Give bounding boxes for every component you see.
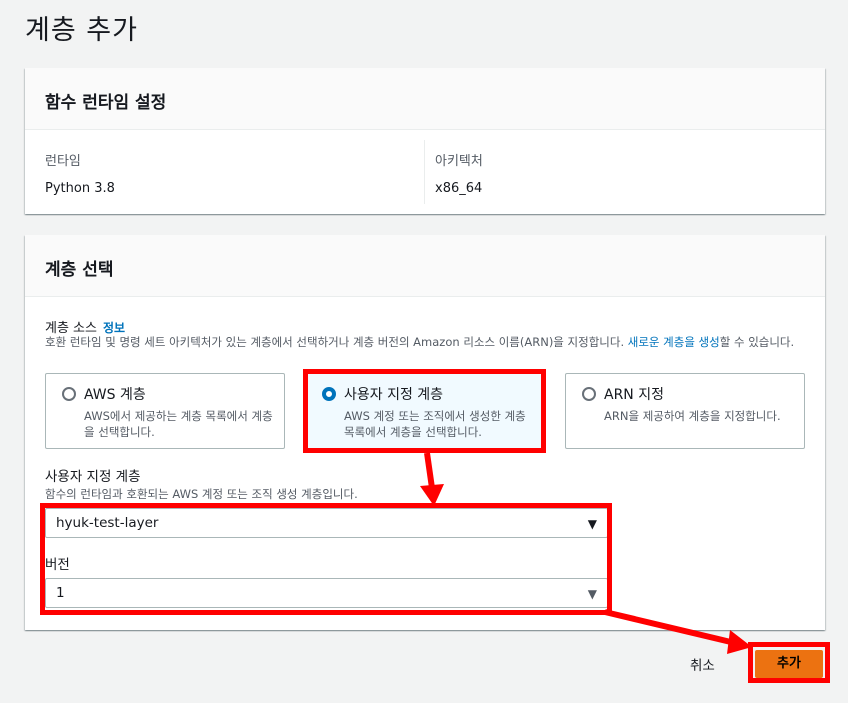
source-desc-text-2: 할 수 있습니다. [719,335,795,349]
source-desc-text-1: 호환 런타임 및 명령 세트 아키텍처가 있는 계층에서 선택하거나 계층 버전… [45,335,628,349]
layer-panel-header: 계층 선택 [25,235,825,297]
architecture-label: 아키텍처 [435,154,483,169]
architecture-column: 아키텍처 x86_64 [435,150,483,196]
page-title: 계층 추가 [25,15,138,46]
custom-layers-label: 사용자 지정 계층 [45,469,141,485]
annotation-box-custom-option [303,369,546,453]
layer-source-label-text: 계층 소스 [45,321,97,336]
runtime-value: Python 3.8 [45,181,115,196]
annotation-box-selects [40,503,612,615]
info-link[interactable]: 정보 [103,321,125,335]
option-aws-layers[interactable]: AWS 계층 AWS에서 제공하는 계층 목록에서 계층을 선택합니다. [45,373,285,449]
architecture-value: x86_64 [435,181,483,196]
column-divider [424,140,425,204]
runtime-column: 런타임 Python 3.8 [45,150,115,196]
layer-source-description: 호환 런타임 및 명령 세트 아키텍처가 있는 계층에서 선택하거나 계층 버전… [45,335,815,350]
option-title: AWS 계층 [84,387,146,403]
create-layer-link[interactable]: 새로운 계층을 생성 [628,335,720,349]
add-button[interactable]: 추가 [755,650,823,678]
radio-icon[interactable] [62,387,76,401]
custom-layers-description: 함수의 런타임과 호환되는 AWS 계정 또는 조직 생성 계층입니다. [45,487,358,501]
runtime-label: 런타임 [45,154,81,169]
layer-source-label: 계층 소스 정보 [45,317,125,336]
cancel-button[interactable]: 취소 [690,654,715,674]
option-description: ARN을 제공하여 계층을 지정합니다. [604,409,781,423]
radio-icon[interactable] [582,387,596,401]
runtime-panel-header: 함수 런타임 설정 [25,68,825,130]
option-title: ARN 지정 [604,387,664,403]
runtime-settings-panel: 함수 런타임 설정 런타임 Python 3.8 아키텍처 x86_64 [25,68,825,214]
option-description: AWS에서 제공하는 계층 목록에서 계층을 선택합니다. [84,409,273,439]
option-specify-arn[interactable]: ARN 지정 ARN을 제공하여 계층을 지정합니다. [565,373,805,449]
